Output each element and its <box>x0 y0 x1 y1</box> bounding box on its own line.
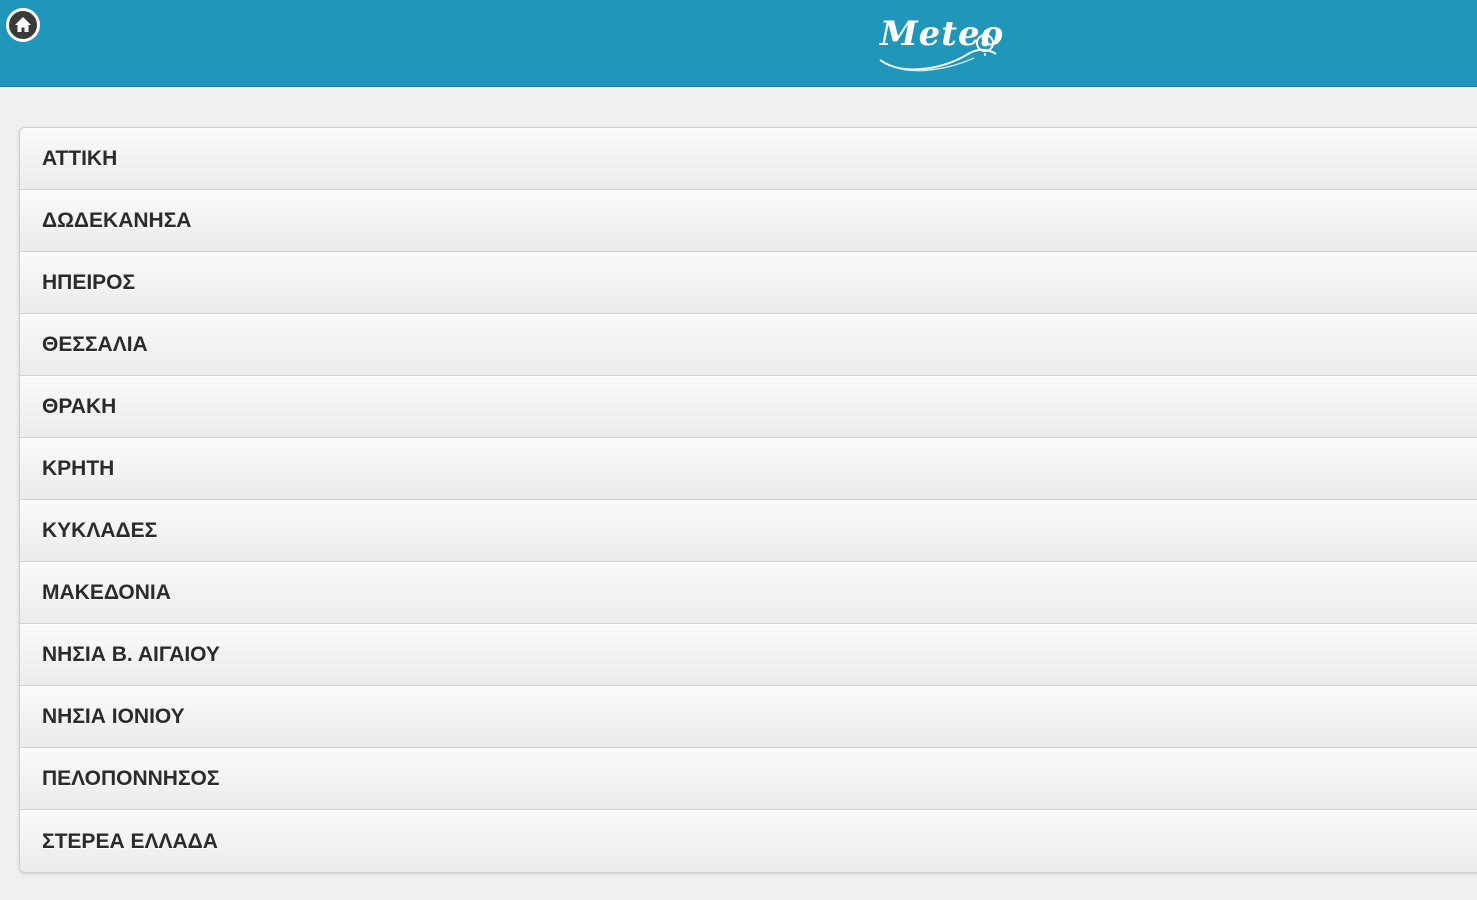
region-label: ΘΕΣΣΑΛΙΑ <box>42 333 148 356</box>
region-item-makedonia[interactable]: ΜΑΚΕΔΟΝΙΑ <box>20 562 1477 624</box>
region-label: ΝΗΣΙΑ Β. ΑΙΓΑΙΟΥ <box>42 643 220 666</box>
region-label: ΔΩΔΕΚΑΝΗΣΑ <box>42 209 192 232</box>
region-label: ΣΤΕΡΕΑ ΕΛΛΑΔΑ <box>42 829 218 853</box>
region-item-thessalia[interactable]: ΘΕΣΣΑΛΙΑ <box>20 314 1477 376</box>
region-item-thraki[interactable]: ΘΡΑΚΗ <box>20 376 1477 438</box>
region-item-dodekanisa[interactable]: ΔΩΔΕΚΑΝΗΣΑ <box>20 190 1477 252</box>
region-item-nisia-v-aigaiou[interactable]: ΝΗΣΙΑ Β. ΑΙΓΑΙΟΥ <box>20 624 1477 686</box>
region-label: ΗΠΕΙΡΟΣ <box>42 271 136 294</box>
region-item-kriti[interactable]: ΚΡΗΤΗ <box>20 438 1477 500</box>
top-bar: Meteo <box>0 0 1477 87</box>
region-label: ΑΤΤΙΚΗ <box>42 147 118 170</box>
region-item-ipeiros[interactable]: ΗΠΕΙΡΟΣ <box>20 252 1477 314</box>
region-item-peloponnisos[interactable]: ΠΕΛΟΠΟΝΝΗΣΟΣ <box>20 748 1477 810</box>
home-icon <box>15 17 31 32</box>
region-label: ΠΕΛΟΠΟΝΝΗΣΟΣ <box>42 767 220 790</box>
region-list: ΑΤΤΙΚΗ ΔΩΔΕΚΑΝΗΣΑ ΗΠΕΙΡΟΣ ΘΕΣΣΑΛΙΑ ΘΡΑΚΗ… <box>19 127 1477 873</box>
region-label: ΚΡΗΤΗ <box>42 457 115 480</box>
region-label: ΘΡΑΚΗ <box>42 395 117 418</box>
region-item-attiki[interactable]: ΑΤΤΙΚΗ <box>20 128 1477 190</box>
region-item-sterea-ellada[interactable]: ΣΤΕΡΕΑ ΕΛΛΑΔΑ <box>20 810 1477 872</box>
region-label: ΝΗΣΙΑ ΙΟΝΙΟΥ <box>42 705 185 728</box>
meteo-logo-icon <box>879 30 998 72</box>
region-item-nisia-ioniou[interactable]: ΝΗΣΙΑ ΙΟΝΙΟΥ <box>20 686 1477 748</box>
region-label: ΜΑΚΕΔΟΝΙΑ <box>42 581 171 604</box>
region-label: ΚΥΚΛΑΔΕΣ <box>42 519 158 542</box>
region-item-kyklades[interactable]: ΚΥΚΛΑΔΕΣ <box>20 500 1477 562</box>
home-button[interactable] <box>6 8 40 42</box>
